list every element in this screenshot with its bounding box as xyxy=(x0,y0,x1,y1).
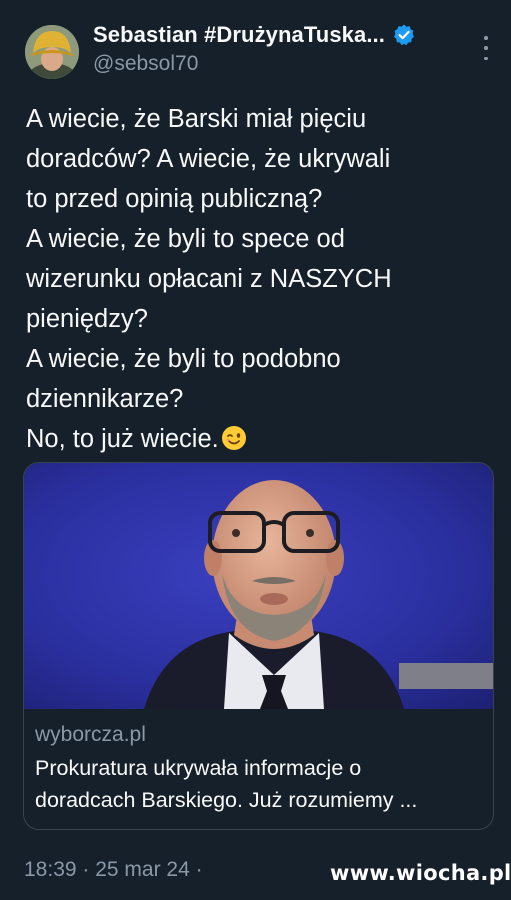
tweet-line: pieniędzy? xyxy=(26,305,148,333)
link-preview-card[interactable]: wyborcza.pl Prokuratura ukrywała informa… xyxy=(23,462,494,830)
card-body[interactable]: wyborcza.pl Prokuratura ukrywała informa… xyxy=(24,709,493,816)
tweet-text: A wiecie, że Barski miał pięciu doradców… xyxy=(26,99,496,459)
avatar-icon xyxy=(25,25,79,79)
verified-badge-icon xyxy=(392,23,416,47)
tweet-line: A wiecie, że byli to spece od xyxy=(26,225,345,253)
tweet-line: A wiecie, że byli to podobno xyxy=(26,345,341,373)
card-image[interactable] xyxy=(24,463,493,709)
tweet-line: to przed opinią publiczną? xyxy=(26,185,323,213)
card-title-line: Prokuratura ukrywała informacje o xyxy=(35,756,362,780)
tweet-line: A wiecie, że Barski miał pięciu xyxy=(26,105,367,133)
winking-face-emoji-icon xyxy=(221,423,247,450)
author-display-name[interactable]: Sebastian #DrużynaTuska... xyxy=(93,22,385,48)
watermark: www.wiocha.pl xyxy=(330,861,511,885)
avatar[interactable] xyxy=(25,25,79,79)
author-name-row[interactable]: Sebastian #DrużynaTuska... xyxy=(93,22,416,48)
tweet-line: dziennikarze? xyxy=(26,385,184,413)
tweet-line-last: No, to już wiecie. xyxy=(26,419,496,459)
card-title-line: doradcach Barskiego. Już rozumiemy ... xyxy=(35,788,418,812)
tweet-line: doradców? A wiecie, że ukrywali xyxy=(26,145,391,173)
tweet-timestamp[interactable]: 18:39 · 25 mar 24 · xyxy=(24,858,203,882)
card-title[interactable]: Prokuratura ukrywała informacje o doradc… xyxy=(35,752,482,816)
card-domain: wyborcza.pl xyxy=(35,723,146,746)
tweet-line: wizerunku opłacani z NASZYCH xyxy=(26,265,392,293)
author-handle[interactable]: @sebsol70 xyxy=(93,52,198,76)
tweet-line-text: No, to już wiecie. xyxy=(26,425,219,453)
tweet-page: Sebastian #DrużynaTuska... @sebsol70 A w… xyxy=(0,0,511,900)
more-vertical-icon[interactable] xyxy=(476,36,496,60)
